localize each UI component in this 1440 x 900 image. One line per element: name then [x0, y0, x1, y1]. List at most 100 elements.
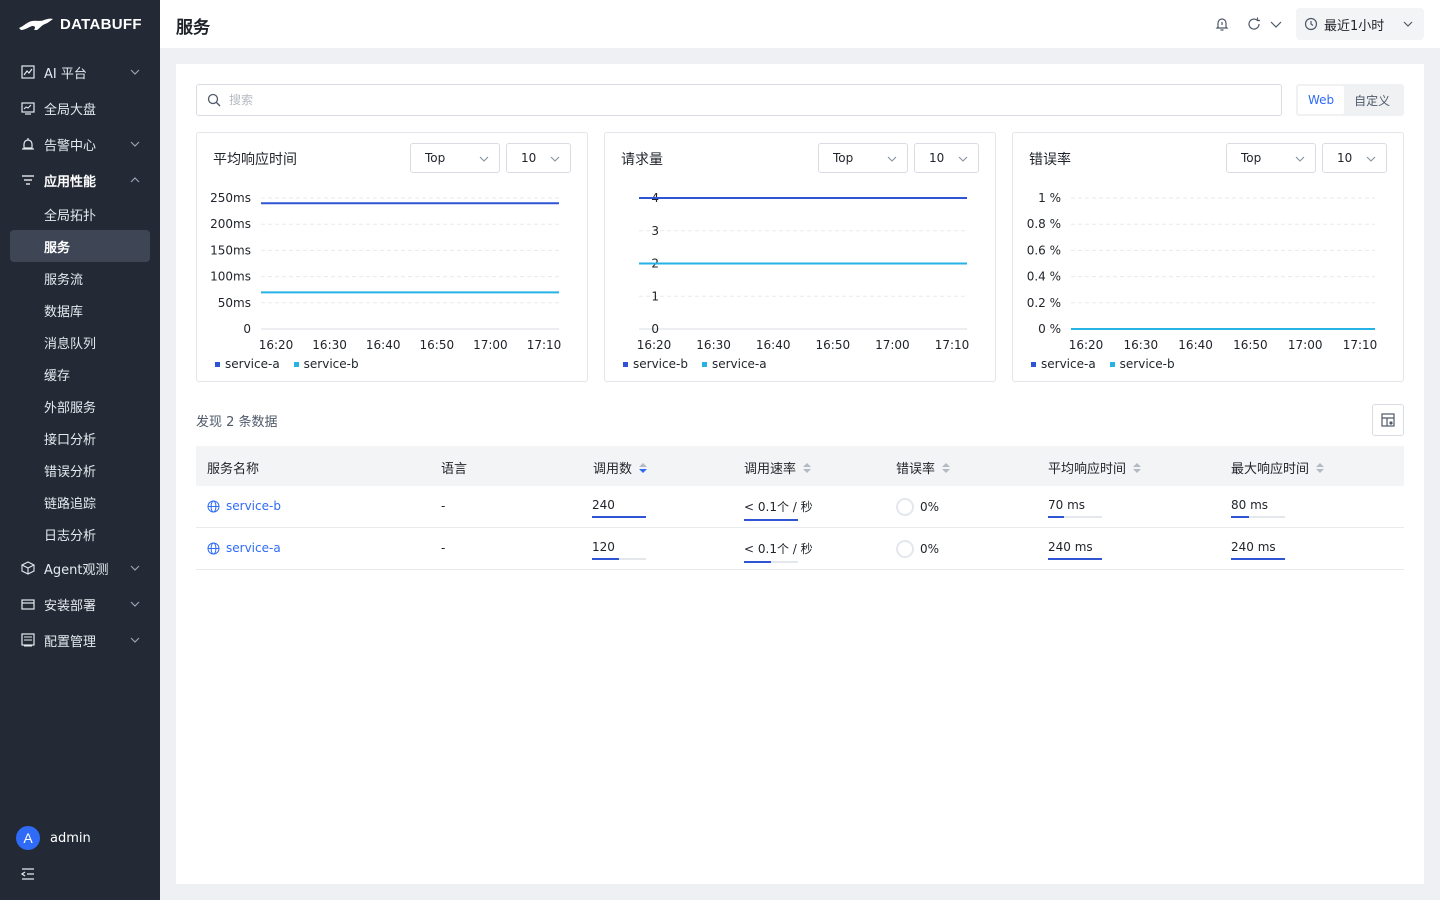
top-select[interactable]: Top: [1226, 143, 1316, 173]
menu-item-config[interactable]: 配置管理: [0, 622, 160, 658]
x-tick-label: 17:10: [527, 338, 562, 352]
legend-item[interactable]: service-a: [1031, 357, 1096, 371]
column-header-language: 语言: [441, 458, 467, 477]
sort-desc-icon[interactable]: [638, 461, 648, 475]
column-label: 错误率: [896, 462, 936, 477]
sidebar-subitem-message-queue[interactable]: 消息队列: [0, 326, 160, 358]
chevron-down-icon: [130, 565, 140, 571]
error-ring-icon: [896, 498, 914, 516]
top-n-select[interactable]: 10: [914, 143, 979, 173]
menu-item-agent[interactable]: Agent观测: [0, 550, 160, 586]
max-response-cell: 240 ms: [1231, 540, 1285, 560]
top-select[interactable]: Top: [818, 143, 908, 173]
sidebar-subitem-database[interactable]: 数据库: [0, 294, 160, 326]
menu-item-apm[interactable]: 应用性能: [0, 162, 160, 198]
chevron-down-icon[interactable]: [1268, 16, 1284, 32]
collapse-sidebar-icon[interactable]: [20, 866, 36, 882]
max-response-bar: [1231, 558, 1285, 560]
column-header-error-rate[interactable]: 错误率: [896, 458, 951, 477]
menu-item-ai-platform[interactable]: AI 平台: [0, 54, 160, 90]
language-cell: -: [441, 499, 446, 513]
top-header: 服务 最近1小时: [160, 0, 1440, 48]
x-tick-label: 16:50: [816, 338, 851, 352]
sidebar-subitem-trace[interactable]: 链路追踪: [0, 486, 160, 518]
column-label: 调用速率: [744, 462, 797, 477]
sidebar-subitem-external-service[interactable]: 外部服务: [0, 390, 160, 422]
column-header-call-rate[interactable]: 调用速率: [744, 458, 812, 477]
sidebar-subitem-log-analysis[interactable]: 日志分析: [0, 518, 160, 550]
table-row: service-a - 120 < 0.1个 / 秒 0% 240 ms 240…: [196, 528, 1404, 570]
column-header-max-response[interactable]: 最大响应时间: [1231, 458, 1325, 477]
top-n-select[interactable]: 10: [506, 143, 571, 173]
calls-cell: 120: [592, 540, 646, 560]
side-menu: AI 平台 全局大盘 告警中心 应用性能 全局拓扑 服务 服务流 数据库 消息队…: [0, 54, 160, 658]
sort-icon[interactable]: [941, 461, 951, 475]
brand-name: DATABUFF: [60, 15, 142, 33]
sort-icon[interactable]: [1132, 461, 1142, 475]
legend-label: service-b: [633, 357, 688, 371]
bell-icon[interactable]: [1214, 16, 1230, 32]
legend-item[interactable]: service-b: [623, 357, 688, 371]
column-header-avg-response[interactable]: 平均响应时间: [1048, 458, 1142, 477]
call-rate-cell: < 0.1个 / 秒: [744, 498, 813, 521]
y-tick-label: 150ms: [210, 243, 251, 257]
sort-icon[interactable]: [1315, 461, 1325, 475]
user-profile[interactable]: A admin: [16, 826, 91, 850]
segment-custom[interactable]: 自定义: [1344, 86, 1400, 114]
menu-item-install[interactable]: 安装部署: [0, 586, 160, 622]
legend-item[interactable]: service-a: [215, 357, 280, 371]
services-table: 服务名称 语言 调用数 调用速率 错误率 平均响应时间 最大响应时间 servi…: [196, 446, 1404, 570]
avatar: A: [16, 826, 40, 850]
legend-item[interactable]: service-b: [1109, 357, 1175, 371]
y-tick-label: 0.4 %: [1027, 270, 1061, 284]
refresh-icon[interactable]: [1246, 16, 1262, 32]
top-n-value: 10: [929, 151, 945, 165]
top-n-select[interactable]: 10: [1322, 143, 1387, 173]
legend-label: service-b: [1119, 357, 1175, 371]
sidebar-subitem-error-analysis[interactable]: 错误分析: [0, 454, 160, 486]
legend-swatch: [623, 361, 628, 367]
menu-item-label: Agent观测: [44, 562, 109, 578]
sidebar-subitem-service[interactable]: 服务: [10, 230, 150, 262]
search-input[interactable]: [229, 93, 1229, 107]
sidebar: DATABUFF AI 平台 全局大盘 告警中心 应用性能 全局拓扑 服务 服务…: [0, 0, 160, 900]
sidebar-subitem-service-flow[interactable]: 服务流: [0, 262, 160, 294]
avg-response-bar-fill: [1048, 516, 1064, 518]
y-tick-label: 0.6 %: [1027, 243, 1061, 257]
sidebar-subitem-topology[interactable]: 全局拓扑: [0, 198, 160, 230]
column-label: 服务名称: [207, 462, 260, 477]
call-rate-value: < 0.1个 / 秒: [744, 542, 813, 556]
legend-item[interactable]: service-b: [293, 357, 359, 371]
menu-item-label: 全局大盘: [44, 102, 97, 118]
service-link[interactable]: service-a: [207, 541, 281, 555]
column-label: 调用数: [593, 462, 633, 477]
avg-response-bar: [1048, 558, 1102, 560]
time-range-picker[interactable]: 最近1小时: [1296, 8, 1424, 40]
menu-item-global-dashboard[interactable]: 全局大盘: [0, 90, 160, 126]
language-cell: -: [441, 541, 446, 555]
column-label: 最大响应时间: [1231, 462, 1310, 477]
segment-web[interactable]: Web: [1298, 86, 1345, 114]
y-tick-label: 0.8 %: [1027, 217, 1061, 231]
search-box[interactable]: [196, 84, 1282, 116]
top-select[interactable]: Top: [410, 143, 500, 173]
chart-legend: service-b service-a: [623, 357, 767, 371]
chevron-down-icon: [130, 601, 140, 607]
column-settings-button[interactable]: [1372, 404, 1404, 436]
legend-item[interactable]: service-a: [701, 357, 767, 371]
column-label: 语言: [441, 462, 468, 477]
sort-icon[interactable]: [802, 461, 812, 475]
search-icon: [207, 93, 221, 107]
chevron-down-icon: [130, 69, 140, 75]
y-tick-label: 200ms: [210, 217, 251, 231]
menu-item-alarm-center[interactable]: 告警中心: [0, 126, 160, 162]
column-header-calls[interactable]: 调用数: [593, 458, 648, 477]
y-tick-label: 0: [651, 322, 659, 336]
brand-logo[interactable]: DATABUFF: [0, 0, 160, 48]
page-title: 服务: [176, 18, 210, 38]
sidebar-subitem-api-analysis[interactable]: 接口分析: [0, 422, 160, 454]
service-link[interactable]: service-b: [207, 499, 281, 513]
max-response-cell: 80 ms: [1231, 498, 1285, 518]
sidebar-subitem-cache[interactable]: 缓存: [0, 358, 160, 390]
calls-value: 240: [592, 498, 615, 512]
